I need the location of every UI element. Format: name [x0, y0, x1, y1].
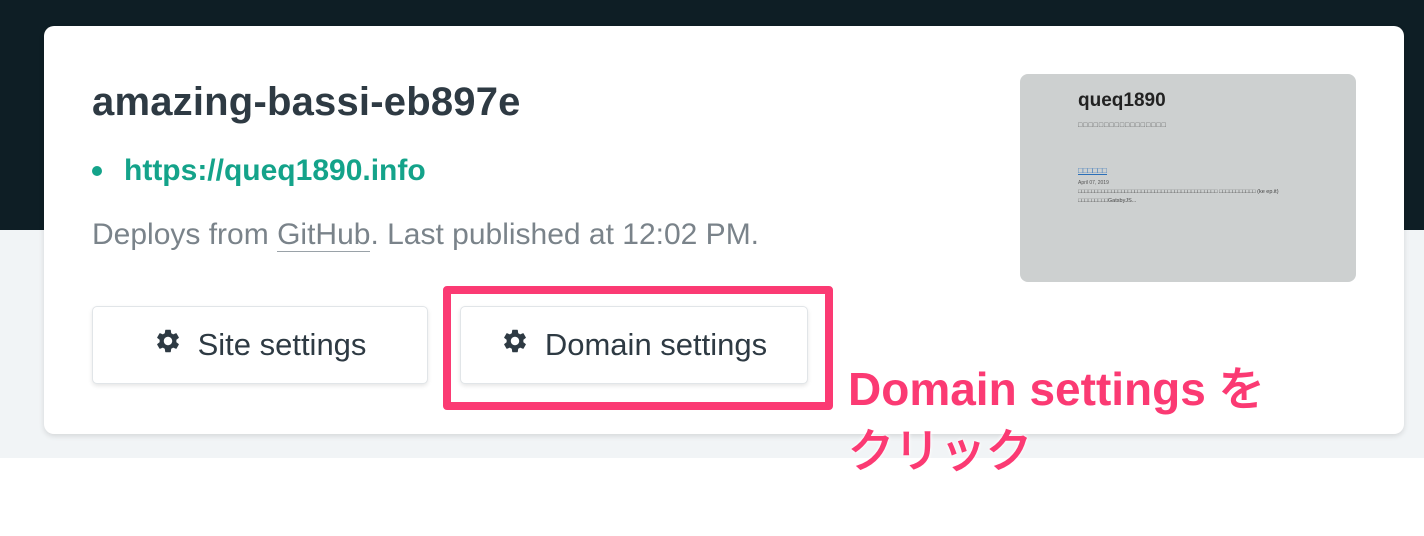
highlight-box — [443, 286, 833, 410]
site-url-row: https://queq1890.info — [92, 154, 426, 188]
preview-post-date: April 07, 2019 — [1078, 180, 1109, 186]
preview-title: queq1890 — [1078, 90, 1166, 111]
annotation-callout: Domain settings を クリック — [848, 358, 1265, 482]
preview-subtitle: □□□□□□□□□□□□□□□□□ — [1078, 122, 1167, 129]
annotation-line-2: クリック — [848, 425, 1032, 477]
deploy-suffix: . Last published at 12:02 PM. — [370, 218, 760, 251]
status-dot — [92, 166, 102, 176]
site-name[interactable]: amazing-bassi-eb897e — [92, 80, 521, 125]
deploy-info: Deploys from GitHub. Last published at 1… — [92, 218, 759, 252]
site-preview-thumbnail[interactable]: queq1890 □□□□□□□□□□□□□□□□□ □□□□□□ April … — [1020, 74, 1356, 282]
site-settings-label: Site settings — [197, 327, 367, 362]
preview-post-excerpt: □□□□□□□□□□□□□□□□□□□□□□□□□□□□□□□□□□□□□□□□… — [1078, 189, 1279, 204]
annotation-line-1: Domain settings を — [848, 363, 1265, 415]
deploy-source-link[interactable]: GitHub — [277, 218, 371, 252]
site-url-link[interactable]: https://queq1890.info — [124, 154, 426, 188]
gear-icon — [154, 327, 198, 363]
deploy-prefix: Deploys from — [92, 218, 278, 251]
preview-post-link: □□□□□□ — [1078, 166, 1107, 175]
site-settings-button[interactable]: Site settings — [92, 306, 428, 384]
